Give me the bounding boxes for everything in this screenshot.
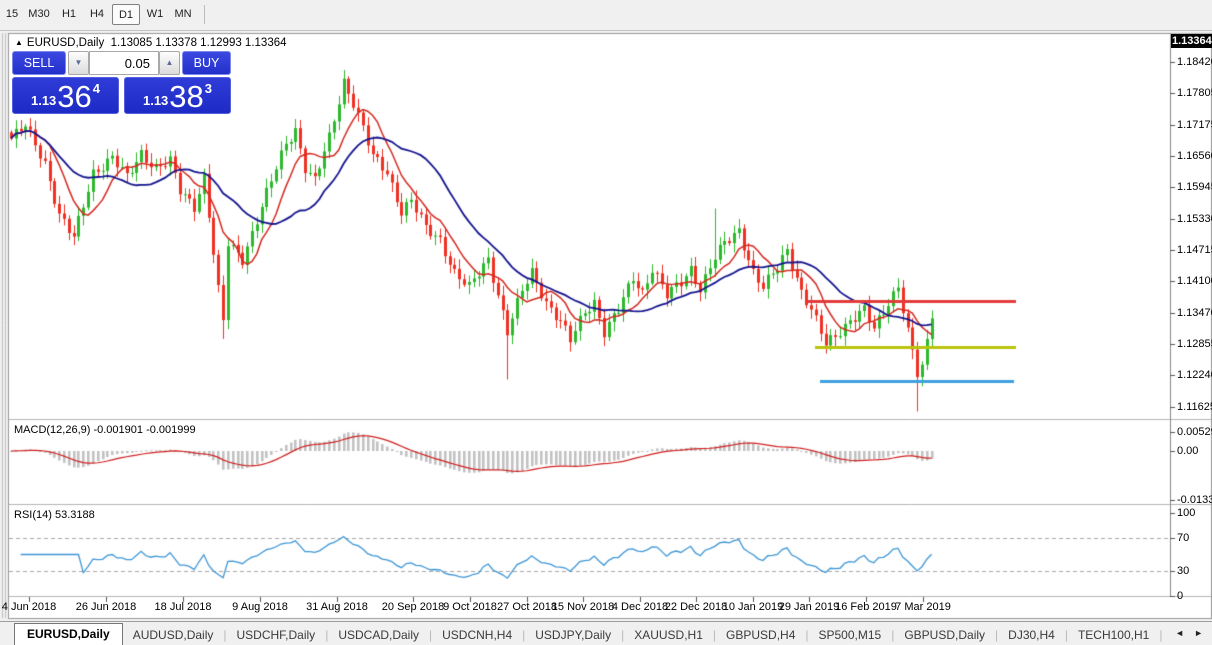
current-price-label: 1.13364	[1171, 34, 1212, 48]
date-tick-label: 7 Mar 2019	[895, 601, 951, 613]
price-tick-label: 1.11625	[1177, 401, 1212, 413]
date-tick-label: 4 Dec 2018	[611, 601, 669, 613]
timeframe-button-15[interactable]: 15	[2, 4, 22, 25]
tab-scroll-left-button[interactable]: ◄	[1170, 626, 1189, 640]
chart-tab-sp500-m15[interactable]: SP500,M15	[809, 624, 892, 645]
price-tick-label: 1.14715	[1177, 244, 1212, 256]
macd-tick-label: 0.005292	[1177, 426, 1212, 438]
timeframe-button-h1[interactable]: H1	[56, 4, 82, 25]
chart-tab-gbpusd-h4[interactable]: GBPUSD,H4	[716, 624, 805, 645]
rsi-indicator-label: RSI(14) 53.3188	[14, 509, 95, 521]
price-axis[interactable]: 1.18420 1.17805 1.17175 1.16560 1.15945 1.153…	[1171, 34, 1212, 602]
date-tick-label: 26 Jun 2018	[75, 601, 137, 613]
rsi-tick-label: 100	[1177, 507, 1196, 519]
buy-price-small: 1.13	[142, 93, 169, 108]
chart-tab-usdcad-daily[interactable]: USDCAD,Daily	[328, 624, 429, 645]
toolbar-separator	[204, 5, 205, 24]
chart-tab-gbpusd-daily[interactable]: GBPUSD,Daily	[894, 624, 995, 645]
sell-price-panel[interactable]: 1.13 36 4	[12, 77, 119, 114]
date-axis[interactable]: 4 Jun 2018 26 Jun 2018 18 Jul 2018 9 Aug 20…	[2, 597, 1170, 618]
chart-title: ▲ EURUSD,Daily 1.13085 1.13378 1.12993 1.…	[15, 37, 287, 49]
timeframe-toolbar: 15 M30 H1 H4 D1 W1 MN	[0, 0, 1212, 31]
chart-tab-eurusd-daily[interactable]: EURUSD,Daily	[14, 623, 123, 645]
price-tick-label: 1.15330	[1177, 213, 1212, 225]
date-tick-label: 31 Aug 2018	[306, 601, 368, 613]
date-tick-label: 22 Dec 2018	[664, 601, 728, 613]
price-tick-label: 1.16560	[1177, 150, 1212, 162]
macd-tick-label: 0.00	[1177, 445, 1199, 457]
rsi-tick-label: 70	[1177, 532, 1190, 544]
timeframe-button-d1[interactable]: D1	[112, 4, 140, 25]
sell-price-sup: 4	[92, 81, 101, 96]
chart-tab-audusd-daily[interactable]: AUDUSD,Daily	[123, 624, 224, 645]
mt4-window: 15 M30 H1 H4 D1 W1 MN ▲ EURUSD,Daily 1.13085 1.…	[0, 0, 1212, 645]
volume-increase-button[interactable]: ▲	[159, 51, 180, 75]
buy-price-big: 38	[169, 79, 204, 114]
buy-price-sup: 3	[204, 81, 213, 96]
rsi-tick-label: 0	[1177, 590, 1184, 602]
tab-scroll-arrows: ◄ ►	[1166, 622, 1212, 644]
chart-tab-usdcnh-h4[interactable]: USDCNH,H4	[432, 624, 522, 645]
price-tick-label: 1.12240	[1177, 369, 1212, 381]
chart-tab-usdjpy-daily[interactable]: USDJPY,Daily	[525, 624, 621, 645]
one-click-trading-panel: SELL ▼ ▲ BUY 1.13 36 4 1.13 38 3	[12, 51, 231, 114]
chart-tab-tech100-h1[interactable]: TECH100,H1	[1068, 624, 1159, 645]
date-tick-label: 16 Feb 2019	[835, 601, 897, 613]
price-tick-label: 1.17175	[1177, 119, 1212, 131]
price-tick-label: 1.18420	[1177, 56, 1212, 68]
timeframe-button-m30[interactable]: M30	[24, 4, 54, 25]
rsi-tick-label: 30	[1177, 565, 1190, 577]
date-tick-label: 9 Oct 2018	[443, 601, 497, 613]
collapse-panel-icon[interactable]: ▲	[15, 38, 23, 47]
tab-scroll-right-button[interactable]: ►	[1189, 626, 1208, 640]
chart-tab-usdchf-daily[interactable]: USDCHF,Daily	[227, 624, 326, 645]
price-tick-label: 1.15945	[1177, 181, 1212, 193]
date-tick-label: 4 Jun 2018	[1, 601, 57, 613]
timeframe-button-h4[interactable]: H4	[84, 4, 110, 25]
timeframe-button-mn[interactable]: MN	[170, 4, 196, 25]
price-tick-label: 1.17805	[1177, 87, 1212, 99]
date-tick-label: 9 Aug 2018	[232, 601, 288, 613]
date-tick-label: 29 Jan 2019	[778, 601, 840, 613]
price-tick-label: 1.13470	[1177, 307, 1212, 319]
chart-tab-bar: EURUSD,Daily AUDUSD,Daily | USDCHF,Daily | US…	[0, 621, 1212, 645]
volume-input[interactable]	[89, 51, 159, 75]
macd-indicator-label: MACD(12,26,9) -0.001901 -0.001999	[14, 424, 196, 436]
price-tick-label: 1.12855	[1177, 338, 1212, 350]
volume-decrease-button[interactable]: ▼	[68, 51, 89, 75]
buy-button[interactable]: BUY	[182, 51, 231, 75]
date-tick-label: 18 Jul 2018	[154, 601, 212, 613]
buy-price-panel[interactable]: 1.13 38 3	[124, 77, 231, 114]
macd-tick-label: -0.013317	[1177, 494, 1212, 506]
sell-price-big: 36	[57, 79, 92, 114]
date-tick-label: 15 Nov 2018	[551, 601, 615, 613]
chart-tab-xauusd-h1[interactable]: XAUUSD,H1	[624, 624, 713, 645]
sell-price-small: 1.13	[30, 93, 57, 108]
chart-tab-dj30-h4[interactable]: DJ30,H4	[998, 624, 1065, 645]
timeframe-button-w1[interactable]: W1	[142, 4, 168, 25]
chart-ohlc-quotes: 1.13085 1.13378 1.12993 1.13364	[110, 37, 287, 49]
date-tick-label: 10 Jan 2019	[722, 601, 784, 613]
date-tick-label: 27 Oct 2018	[497, 601, 557, 613]
sell-button[interactable]: SELL	[12, 51, 66, 75]
chart-symbol-period: EURUSD,Daily	[26, 37, 105, 49]
price-tick-label: 1.14100	[1177, 275, 1212, 287]
date-tick-label: 20 Sep 2018	[381, 601, 445, 613]
